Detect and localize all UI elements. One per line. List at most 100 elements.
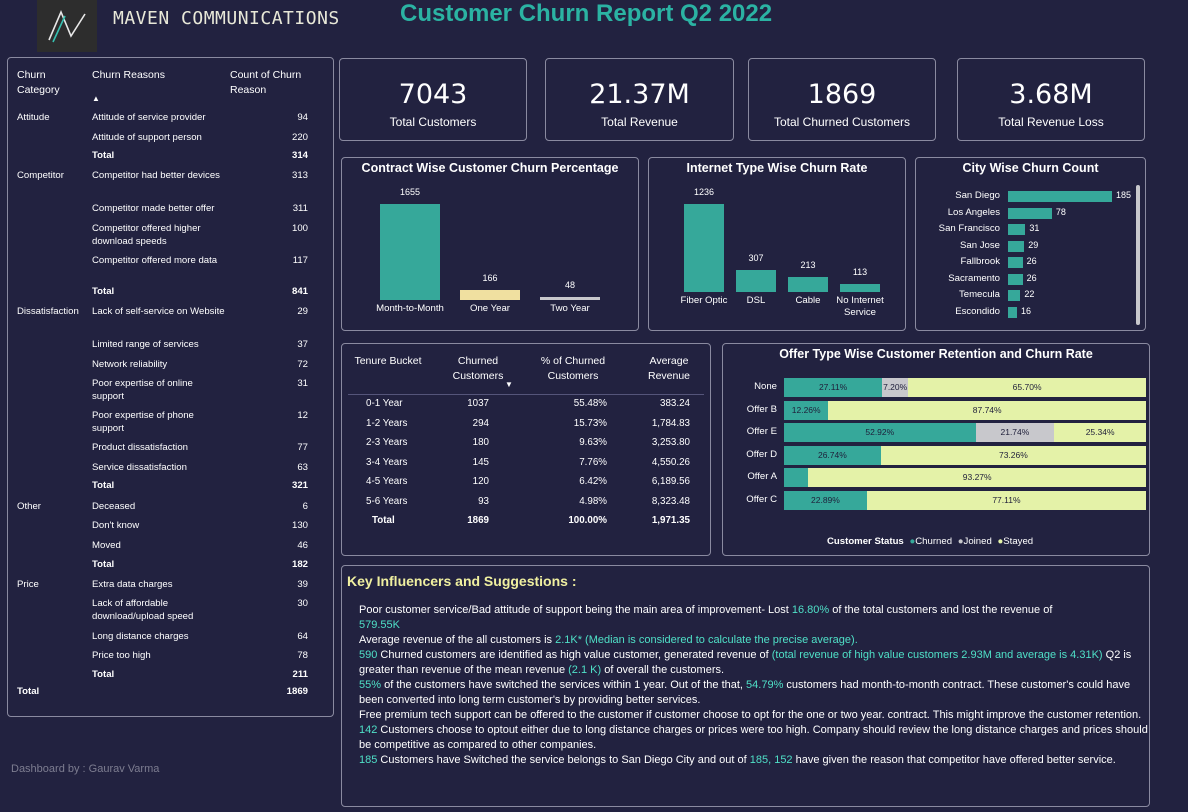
table-cell: Total — [372, 515, 395, 526]
bar-month-to-month[interactable] — [380, 204, 440, 300]
segment-churned[interactable]: 22.89% — [784, 491, 867, 510]
churn-count-cell: 63 — [297, 462, 308, 473]
churn-reason-cell: Competitor made better offer — [92, 203, 215, 214]
internet-type-chart: Internet Type Wise Churn Rate 1236 Fiber … — [648, 157, 906, 331]
col-header-count[interactable]: Count of Churn Reason — [230, 68, 320, 98]
offer-label: Offer A — [747, 471, 777, 483]
table-cell: 1869 — [467, 515, 489, 526]
churn-reason-cell: Competitor offered more data — [92, 255, 218, 266]
bar-no-internet-service[interactable] — [840, 283, 880, 292]
table-cell: 15.73% — [573, 417, 607, 429]
churn-category-cell: Attitude — [17, 112, 50, 123]
bar-fiber-optic[interactable] — [684, 204, 724, 292]
segment-stayed[interactable]: 87.74% — [828, 400, 1146, 420]
city-label: San Jose — [959, 239, 1000, 251]
bar-value-label: 22 — [1024, 289, 1035, 299]
churn-reason-cell: Attitude of support person — [92, 132, 202, 143]
bar-dsl[interactable] — [736, 270, 776, 292]
legend-label-stayed[interactable]: Stayed — [1003, 536, 1033, 547]
bar-city[interactable] — [1008, 306, 1017, 318]
segment-stayed[interactable]: 73.26% — [880, 445, 1146, 465]
churn-reason-cell: Competitor had better devices — [92, 170, 220, 181]
table-row[interactable]: 3-4 Years 145 7.76% 4,550.26 — [342, 457, 712, 473]
total-row[interactable]: Total 1869 100.00% 1,971.35 — [342, 515, 712, 531]
offer-label: Offer C — [746, 494, 777, 505]
bar-value-label: 26 — [1026, 256, 1037, 266]
table-cell: 8,323.48 — [651, 495, 690, 507]
churn-reason-cell: Lack of self-service on Website — [92, 306, 225, 317]
bar-city[interactable] — [1008, 273, 1023, 285]
table-cell: 4-5 Years — [366, 476, 408, 487]
churn-reason-cell: Service dissatisfaction — [92, 462, 187, 473]
table-row[interactable]: 0-1 Year 1037 55.48% 383.24 — [342, 398, 712, 414]
segment-churned[interactable]: 26.74% — [784, 445, 881, 465]
table-row[interactable]: 1-2 Years 294 15.73% 1,784.83 — [342, 418, 712, 434]
churn-count-cell: 841 — [291, 286, 308, 297]
bar-two-year[interactable] — [540, 297, 600, 300]
segment-joined[interactable]: 21.74% — [975, 423, 1055, 443]
bar-city[interactable] — [1008, 224, 1026, 235]
bar-city[interactable] — [1008, 207, 1052, 219]
bar-value-label: 213 — [800, 259, 816, 270]
legend-label-joined[interactable]: Joined — [964, 536, 992, 547]
segment-stayed[interactable]: 25.34% — [1054, 423, 1146, 443]
segment-stayed[interactable]: 77.11% — [866, 491, 1146, 510]
churn-count-cell: 12 — [297, 410, 308, 421]
churn-reason-cell: Network reliability — [92, 359, 168, 370]
churn-count-cell: 77 — [297, 442, 308, 453]
brand-name: MAVEN COMMUNICATIONS — [113, 8, 340, 29]
legend-label-churned[interactable]: Churned — [915, 536, 952, 547]
churn-count-cell: 211 — [292, 669, 308, 680]
churn-reason-cell: Don't know — [92, 520, 140, 531]
city-label: Los Angeles — [947, 206, 1000, 218]
sort-descending-icon[interactable]: ▼ — [505, 380, 513, 389]
table-row[interactable]: 5-6 Years 93 4.98% 8,323.48 — [342, 496, 712, 512]
col-header-reason[interactable]: Churn Reasons — [92, 68, 165, 83]
key-influencers-title: Key Influencers and Suggestions : — [347, 573, 577, 589]
churn-reason-cell: Competitor offered higher download speed… — [92, 223, 201, 247]
offer-label: Offer D — [746, 448, 777, 460]
segment-churned[interactable]: 27.11% — [784, 378, 883, 397]
churn-count-cell: 46 — [297, 540, 308, 551]
bar-city[interactable] — [1008, 191, 1112, 202]
chart-scrollbar[interactable] — [1136, 185, 1140, 325]
segment-churned[interactable] — [784, 468, 809, 488]
category-label: Two Year — [550, 303, 590, 314]
bar-cable[interactable] — [788, 276, 828, 292]
category-label: One Year — [469, 303, 510, 314]
bar-city[interactable] — [1008, 240, 1025, 252]
insight-5: Free premium tech support can be offered… — [359, 709, 1142, 721]
bar-city[interactable] — [1008, 290, 1021, 301]
segment-churned[interactable]: 52.92% — [784, 423, 976, 443]
table-cell: 294 — [472, 417, 489, 429]
bar-value-label: 307 — [748, 253, 764, 264]
churn-count-cell: 29 — [297, 306, 308, 317]
churn-count-cell: 182 — [291, 559, 308, 570]
col-header-category[interactable]: Churn Category — [17, 68, 87, 98]
bar-city[interactable] — [1008, 257, 1023, 268]
churn-count-cell: 100 — [291, 223, 308, 234]
churn-reasons-table: Churn Category Churn Reasons ▲ Count of … — [7, 57, 334, 717]
col-header-avg-revenue[interactable]: Average Revenue — [634, 354, 704, 384]
offer-retention-chart: Offer Type Wise Customer Retention and C… — [722, 343, 1150, 556]
insight-3: 590 Churned customers are identified as … — [359, 649, 1132, 676]
segment-stayed[interactable]: 65.70% — [908, 378, 1147, 397]
table-row[interactable]: 2-3 Years 180 9.63% 3,253.80 — [342, 437, 712, 453]
tenure-table: Tenure Bucket Churned Customers ▼ % of C… — [341, 343, 711, 556]
churn-count-cell: 117 — [292, 255, 308, 266]
bar-value-label: 78 — [1055, 206, 1066, 217]
churn-reason-cell: Total — [92, 150, 115, 161]
bar-value-label: 29 — [1028, 239, 1039, 250]
col-header-percent[interactable]: % of Churned Customers — [526, 354, 620, 384]
city-label: Fallbrook — [960, 256, 1000, 267]
segment-churned[interactable]: 12.26% — [784, 400, 829, 420]
sort-ascending-icon[interactable]: ▲ — [92, 94, 100, 103]
col-header-tenure[interactable]: Tenure Bucket — [348, 354, 428, 369]
bar-one-year[interactable] — [460, 290, 520, 300]
bar-value-label: 1236 — [693, 187, 715, 197]
segment-stayed[interactable]: 93.27% — [808, 468, 1146, 488]
table-row[interactable]: 4-5 Years 120 6.42% 6,189.56 — [342, 476, 712, 492]
table-cell: 5-6 Years — [366, 495, 408, 507]
segment-joined[interactable]: 7.20% — [882, 378, 909, 397]
table-cell: 6,189.56 — [651, 476, 690, 487]
